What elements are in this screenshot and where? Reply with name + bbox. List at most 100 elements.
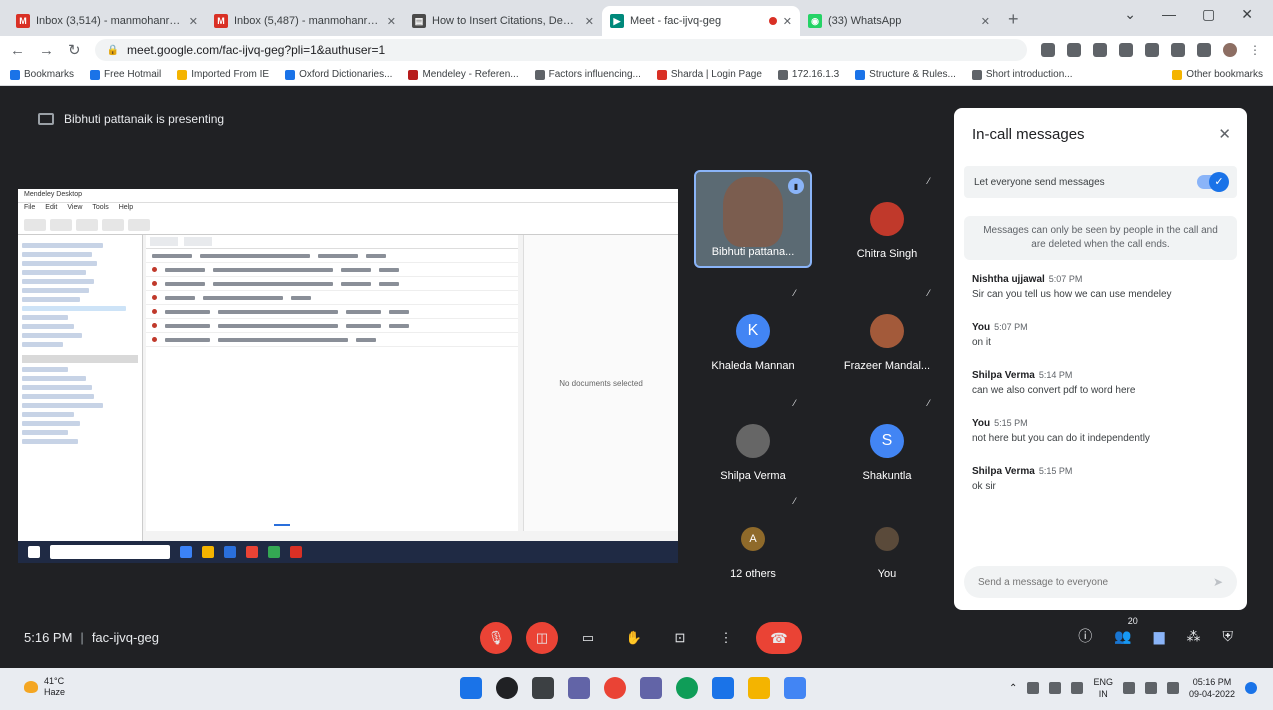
close-window-icon[interactable]: ✕ [1241, 6, 1253, 23]
participant-tile[interactable]: ⁄ Chitra Singh [828, 170, 946, 268]
battery-icon[interactable] [1166, 682, 1179, 694]
participant-tile[interactable]: ⁄ Shilpa Verma [694, 392, 812, 490]
sidebar-icon[interactable] [1197, 43, 1211, 57]
tab-title: Inbox (5,487) - manmohanrahul... [234, 15, 381, 27]
shared-screen[interactable]: Mendeley Desktop File Edit View Tools He… [18, 189, 678, 563]
mail-icon[interactable] [712, 677, 734, 699]
info-icon[interactable]: ⓘ [1078, 626, 1092, 646]
profile-avatar[interactable] [1223, 43, 1237, 57]
store-icon[interactable] [784, 677, 806, 699]
bookmark-item[interactable]: Sharda | Login Page [656, 69, 762, 80]
language-indicator[interactable]: ENG IN [1093, 676, 1113, 700]
tab-whatsapp[interactable]: ◉ (33) WhatsApp ✕ [800, 6, 998, 36]
bookmark-item[interactable]: Bookmarks [10, 69, 74, 80]
system-clock[interactable]: 05:16 PM 09-04-2022 [1189, 676, 1235, 700]
wifi-icon[interactable] [1122, 682, 1135, 694]
url-bar[interactable]: 🔒 meet.google.com/fac-ijvq-geg?pli=1&aut… [94, 39, 1027, 61]
star-icon [10, 69, 20, 80]
bookmark-item[interactable]: 172.16.1.3 [777, 69, 839, 80]
tab-citations[interactable]: ▤ How to Insert Citations, Develo... ✕ [404, 6, 602, 36]
message-time: 5:14 PM [1038, 370, 1073, 380]
share-icon[interactable] [1067, 43, 1081, 57]
allow-messages-toggle[interactable] [1197, 172, 1229, 192]
chat-app-icon[interactable] [568, 677, 590, 699]
message-sender: Shilpa Verma [972, 370, 1035, 381]
minimize-icon[interactable]: — [1162, 6, 1176, 23]
tab-gmail-2[interactable]: M Inbox (5,487) - manmohanrahul... ✕ [206, 6, 404, 36]
close-icon[interactable]: ✕ [585, 15, 594, 28]
mic-tray-icon[interactable] [1071, 682, 1084, 694]
back-icon[interactable]: ← [10, 42, 25, 59]
lock-icon[interactable]: 🔒 [107, 45, 119, 56]
mic-off-button[interactable]: 🎙 [480, 622, 512, 654]
task-view-icon[interactable] [532, 677, 554, 699]
new-tab-button[interactable]: + [998, 9, 1029, 36]
edge-icon[interactable] [676, 677, 698, 699]
close-icon[interactable]: ✕ [189, 15, 198, 28]
people-button[interactable]: 👥 20 [1114, 616, 1137, 645]
close-icon[interactable]: ✕ [387, 15, 396, 28]
volume-icon[interactable] [1144, 682, 1157, 694]
close-icon[interactable]: ✕ [981, 15, 990, 28]
teams-icon[interactable] [640, 677, 662, 699]
send-icon[interactable]: ➤ [1213, 575, 1223, 589]
participant-tile-self[interactable]: You [828, 490, 946, 588]
tab-search-icon[interactable]: ⌄ [1124, 6, 1136, 23]
tray-app-icon[interactable] [1049, 682, 1062, 694]
chat-button[interactable]: ▆ [1154, 628, 1165, 645]
close-icon[interactable]: ✕ [1218, 125, 1231, 143]
activities-icon[interactable]: ⁂ [1187, 628, 1201, 645]
chat-header: In-call messages ✕ [954, 108, 1247, 160]
chevron-up-icon[interactable]: ⌃ [1009, 683, 1017, 694]
onedrive-icon[interactable] [1027, 682, 1040, 694]
close-icon[interactable]: ✕ [783, 15, 792, 28]
presenting-text: Bibhuti pattanaik is presenting [64, 112, 225, 126]
search-icon[interactable] [496, 677, 518, 699]
leave-call-button[interactable]: ☎ [756, 622, 802, 654]
chat-message: Shilpa Verma 5:15 PM ok sir [972, 466, 1229, 492]
forward-icon[interactable]: → [39, 42, 54, 59]
mendeley-icon [408, 69, 419, 80]
chrome-icon[interactable] [604, 677, 626, 699]
participant-tile[interactable]: ⁄ Frazeer Mandal... [828, 282, 946, 380]
windows-start-icon[interactable] [460, 677, 482, 699]
bookmark-item[interactable]: Imported From IE [177, 69, 269, 80]
maximize-icon[interactable]: ▢ [1202, 6, 1215, 23]
bookmark-item[interactable]: Oxford Dictionaries... [285, 69, 392, 80]
message-input[interactable] [978, 576, 1205, 588]
notification-icon[interactable] [1245, 682, 1257, 694]
bookmark-item[interactable]: Structure & Rules... [855, 69, 956, 80]
camera-icon[interactable] [1041, 43, 1055, 57]
weather-widget[interactable]: 41°C Haze [24, 676, 65, 698]
reload-icon[interactable]: ↻ [68, 41, 81, 59]
speaking-indicator-icon: ▮ [788, 178, 804, 194]
more-options-button[interactable]: ⋮ [710, 622, 742, 654]
bookmark-item[interactable]: Short introduction... [971, 69, 1073, 80]
puzzle-icon[interactable] [1171, 43, 1185, 57]
bookmark-item[interactable]: Mendeley - Referen... [408, 69, 519, 80]
host-controls-icon[interactable]: ⛨ [1223, 628, 1234, 645]
browser-tab-strip: M Inbox (3,514) - manmohanrahul... ✕ M I… [0, 0, 1273, 36]
file-explorer-icon[interactable] [748, 677, 770, 699]
page-icon [855, 69, 866, 80]
captions-button[interactable]: ▭ [572, 622, 604, 654]
participant-tile-others[interactable]: A ⁄ 12 others [694, 490, 812, 588]
participant-tile[interactable]: K ⁄ Khaleda Mannan [694, 282, 812, 380]
bookmark-item[interactable]: Free Hotmail [90, 69, 161, 80]
more-menu-icon[interactable]: ⋮ [1249, 43, 1263, 57]
present-button[interactable]: ⊡ [664, 622, 696, 654]
extension-icon[interactable] [1145, 43, 1159, 57]
participant-tile[interactable]: S ⁄ Shakuntla [828, 392, 946, 490]
message-sender: You [972, 322, 991, 333]
side-panel-controls: ⓘ 👥 20 ▆ ⁂ ⛨ [1078, 616, 1234, 646]
other-bookmarks[interactable]: Other bookmarks [1172, 69, 1263, 80]
extension-icon[interactable] [1119, 43, 1133, 57]
star-icon[interactable] [1093, 43, 1107, 57]
tab-meet[interactable]: ▶ Meet - fac-ijvq-geg ✕ [602, 6, 800, 36]
meeting-code: fac-ijvq-geg [91, 630, 160, 645]
tab-gmail-1[interactable]: M Inbox (3,514) - manmohanrahul... ✕ [8, 6, 206, 36]
participant-tile[interactable]: ▮ Bibhuti pattana... [694, 170, 812, 268]
bookmark-item[interactable]: Factors influencing... [534, 69, 641, 80]
camera-off-button[interactable]: ◫ [526, 622, 558, 654]
raise-hand-button[interactable]: ✋ [618, 622, 650, 654]
